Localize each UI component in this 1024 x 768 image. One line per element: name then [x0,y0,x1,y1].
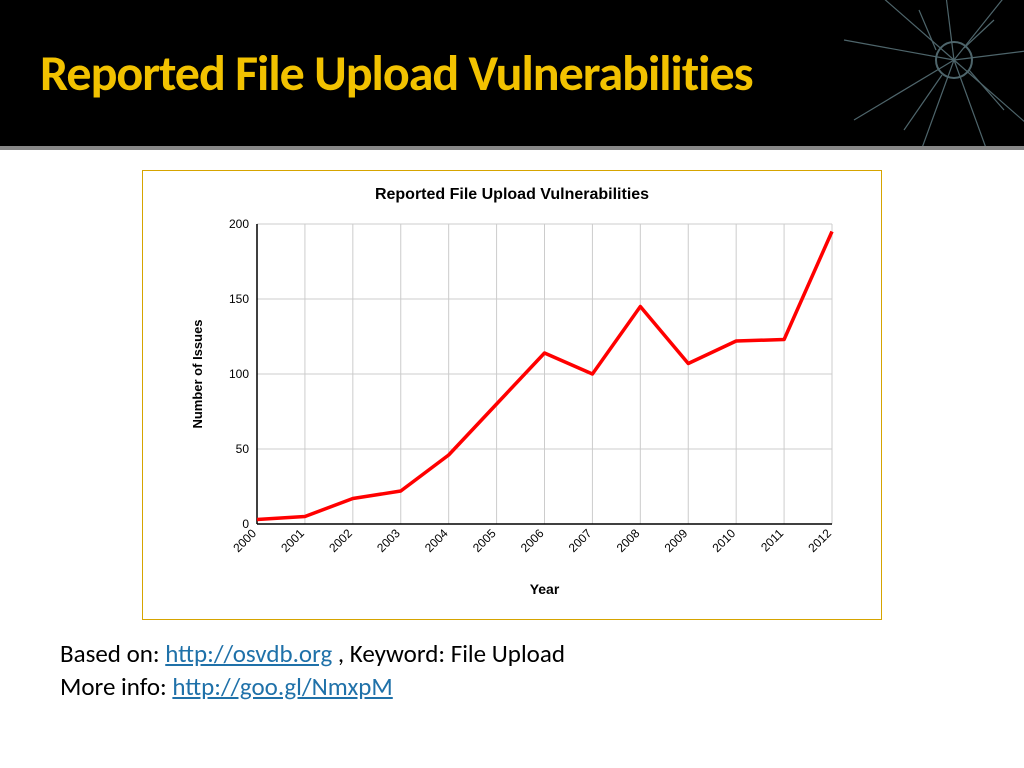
svg-text:2009: 2009 [662,526,691,555]
footer-credits: Based on: http://osvdb.org , Keyword: Fi… [60,638,964,703]
based-on-label: Based on: [60,638,165,669]
line-chart: 0501001502002000200120022003200420052006… [172,214,852,604]
chart-title: Reported File Upload Vulnerabilities [163,186,861,204]
based-on-suffix: , Keyword: File Upload [332,638,565,669]
svg-text:2007: 2007 [566,526,595,555]
svg-text:2003: 2003 [374,526,403,555]
svg-text:2005: 2005 [470,526,499,555]
osvdb-link[interactable]: http://osvdb.org [165,638,332,669]
svg-text:2012: 2012 [805,526,834,555]
svg-text:2008: 2008 [614,526,643,555]
more-info-link[interactable]: http://goo.gl/NmxpM [172,671,392,702]
svg-text:Year: Year [530,581,560,597]
svg-text:2002: 2002 [326,526,355,555]
svg-text:2004: 2004 [422,526,451,555]
svg-text:100: 100 [229,367,249,381]
svg-text:Number of Issues: Number of Issues [190,319,205,428]
broken-glass-decoration [804,0,1024,150]
svg-text:200: 200 [229,217,249,231]
chart-container: Reported File Upload Vulnerabilities 050… [142,170,882,620]
svg-text:2001: 2001 [278,526,307,555]
slide-content: Reported File Upload Vulnerabilities 050… [0,150,1024,703]
svg-text:2010: 2010 [710,526,739,555]
svg-text:2011: 2011 [758,526,786,554]
slide-title: Reported File Upload Vulnerabilities [40,43,753,104]
svg-text:150: 150 [229,292,249,306]
svg-text:2006: 2006 [518,526,547,555]
slide-header: Reported File Upload Vulnerabilities [0,0,1024,150]
svg-text:2000: 2000 [230,526,259,555]
svg-text:50: 50 [236,442,250,456]
more-info-label: More info: [60,671,172,702]
